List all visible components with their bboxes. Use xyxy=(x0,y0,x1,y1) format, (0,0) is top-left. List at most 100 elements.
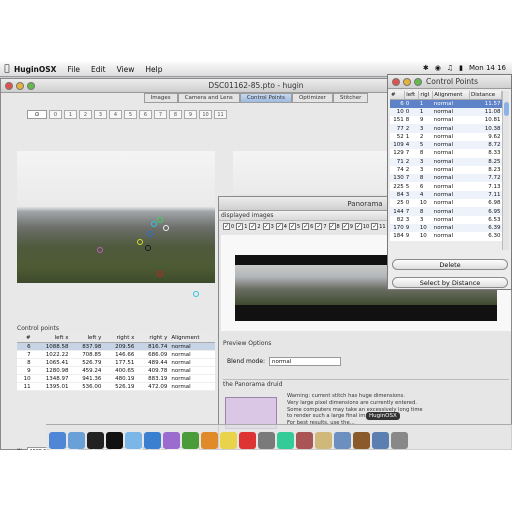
image-tab-10[interactable]: 10 xyxy=(199,109,212,119)
control-point-marker[interactable] xyxy=(193,291,199,297)
col-header[interactable]: right x xyxy=(103,334,137,343)
image-checkbox[interactable]: ✓ 5 xyxy=(288,223,300,230)
control-point-marker[interactable] xyxy=(151,221,157,227)
safari-icon[interactable] xyxy=(144,432,161,449)
firefox-icon[interactable] xyxy=(201,432,218,449)
image-tab-11[interactable]: 11 xyxy=(214,109,227,119)
control-point-marker[interactable] xyxy=(145,245,151,251)
blend-mode-select[interactable]: normal xyxy=(269,357,342,366)
image-checkbox[interactable]: ✓ 1 xyxy=(236,223,247,230)
menu-view[interactable]: View xyxy=(117,65,135,74)
tab-control-points[interactable]: Control Points xyxy=(239,93,292,103)
control-point-marker[interactable] xyxy=(157,271,163,277)
folder-icon[interactable] xyxy=(334,432,351,449)
battery-icon[interactable]: ▮ xyxy=(459,64,463,72)
person-icon[interactable] xyxy=(182,432,199,449)
cp-list-row[interactable]: 129 7 8 normal 8.33 xyxy=(390,149,502,158)
cp-list-row[interactable]: 71 2 3 normal 8.25 xyxy=(390,157,502,166)
cp-list-row[interactable]: 82 3 3 normal 6.53 xyxy=(390,215,502,224)
cp-list-row[interactable]: 52 1 2 normal 9.62 xyxy=(390,132,502,141)
image-tab-6[interactable]: 6 xyxy=(139,109,152,119)
photo-icon[interactable] xyxy=(296,432,313,449)
col-header[interactable]: # xyxy=(17,334,33,343)
tab-images[interactable]: Images xyxy=(143,93,178,103)
col-header[interactable]: right y xyxy=(136,334,170,343)
col-header[interactable]: Alignment xyxy=(432,91,471,100)
table-row[interactable]: 8 1065.41 526.79 177.51 489.44 normal xyxy=(17,358,215,367)
col-header[interactable]: # xyxy=(390,91,406,100)
cp-list-row[interactable]: 170 9 10 normal 6.39 xyxy=(390,223,502,233)
control-point-marker[interactable] xyxy=(163,225,169,231)
table-row[interactable]: 9 1280.98 459.24 400.65 409.78 normal xyxy=(17,366,215,375)
image-checkbox[interactable]: ✓ 7 xyxy=(315,223,327,230)
menu-file[interactable]: File xyxy=(67,65,80,74)
finder-icon[interactable] xyxy=(49,432,66,449)
wifi-icon[interactable]: ◉ xyxy=(435,64,441,72)
image-tab-5[interactable]: 5 xyxy=(124,109,137,119)
script-icon[interactable] xyxy=(258,432,275,449)
cp-list-row[interactable]: 151 8 9 normal 10.81 xyxy=(390,116,502,125)
menu-edit[interactable]: Edit xyxy=(91,65,106,74)
image-tab-7[interactable]: 7 xyxy=(154,109,167,119)
left-image-view[interactable] xyxy=(17,151,215,297)
table-row[interactable]: 10 1348.97 941.36 480.19 883.19 normal xyxy=(17,374,215,383)
minimize-icon[interactable] xyxy=(403,78,411,86)
minimize-icon[interactable] xyxy=(16,82,24,90)
menu-help[interactable]: Help xyxy=(145,65,162,74)
image-checkbox[interactable]: ✓ 6 xyxy=(302,223,313,230)
image-checkbox[interactable]: ✓ 0 xyxy=(223,223,234,230)
image-checkbox[interactable]: ✓ 8 xyxy=(328,223,340,230)
cp-list-row[interactable]: 74 2 3 normal 8.23 xyxy=(390,165,502,175)
clock[interactable]: Mon 14 16 xyxy=(469,64,506,72)
zoom-icon[interactable] xyxy=(414,78,422,86)
col-header[interactable]: left y xyxy=(70,334,104,343)
cp-list-row[interactable]: 77 2 3 normal 10.38 xyxy=(390,124,502,133)
image-checkbox[interactable]: ✓ 9 xyxy=(341,223,353,230)
control-points-titlebar[interactable]: Control Points xyxy=(388,75,511,89)
control-point-marker[interactable] xyxy=(97,247,103,253)
cp-list-row[interactable]: 84 3 4 normal 7.11 xyxy=(390,190,502,200)
image-checkbox[interactable]: ✓ 10 xyxy=(354,223,369,230)
select-by-distance-button[interactable]: Select by Distance xyxy=(392,277,508,288)
cp-list-row[interactable]: 144 7 8 normal 6.95 xyxy=(390,207,502,216)
image-checkbox[interactable]: ✓ 11 xyxy=(371,223,386,230)
col-header[interactable]: Distance xyxy=(469,91,502,100)
table-row[interactable]: 11 1395.01 536.00 526.19 472.09 normal xyxy=(17,382,215,391)
image-tab-4[interactable]: 4 xyxy=(109,109,122,119)
ical-icon[interactable] xyxy=(239,432,256,449)
tab-camera-lens[interactable]: Camera and Lens xyxy=(177,93,240,103)
col-header[interactable]: left xyxy=(404,91,420,100)
table-row[interactable]: 7 1022.22 708.85 146.66 686.09 normal xyxy=(17,350,215,359)
control-point-marker[interactable] xyxy=(147,231,153,237)
cp-list-row[interactable]: 225 5 6 normal 7.13 xyxy=(390,182,502,191)
image-tab-9[interactable]: 9 xyxy=(184,109,197,119)
close-icon[interactable] xyxy=(5,82,13,90)
cp-list-row[interactable]: 10 0 1 normal 11.08 xyxy=(390,107,502,117)
zoom-icon[interactable] xyxy=(27,82,35,90)
image-checkbox[interactable]: ✓ 3 xyxy=(262,223,274,230)
gear-icon[interactable]: ⊙ xyxy=(27,109,47,119)
image-tab-3[interactable]: 3 xyxy=(94,109,107,119)
control-point-marker[interactable] xyxy=(157,217,163,223)
trash-icon[interactable] xyxy=(391,432,408,449)
scrollbar[interactable] xyxy=(502,91,509,250)
sidebar-icon[interactable] xyxy=(372,432,389,449)
col-header[interactable]: rigl xyxy=(418,91,434,100)
col-header[interactable]: left x xyxy=(32,334,71,343)
itunes-icon[interactable] xyxy=(163,432,180,449)
home-icon[interactable] xyxy=(353,432,370,449)
image-tab-8[interactable]: 8 xyxy=(169,109,182,119)
col-header[interactable]: Alignment xyxy=(169,334,215,343)
music-icon[interactable] xyxy=(277,432,294,449)
cp-list-row[interactable]: 109 4 5 normal 8.72 xyxy=(390,140,502,150)
tab-optimizer[interactable]: Optimizer xyxy=(291,93,333,103)
bluetooth-icon[interactable]: ✱ xyxy=(423,64,429,72)
x11-icon[interactable] xyxy=(106,432,123,449)
stickies-icon[interactable] xyxy=(220,432,237,449)
cp-list-row[interactable]: 25 0 10 normal 6.98 xyxy=(390,199,502,208)
tab-stitcher[interactable]: Stitcher xyxy=(332,93,369,103)
cp-list-row[interactable]: 184 9 10 normal 6.30 xyxy=(390,232,502,241)
control-point-marker[interactable] xyxy=(137,239,143,245)
image-tab-0[interactable]: 0 xyxy=(49,109,62,119)
delete-button[interactable]: Delete xyxy=(392,259,508,270)
